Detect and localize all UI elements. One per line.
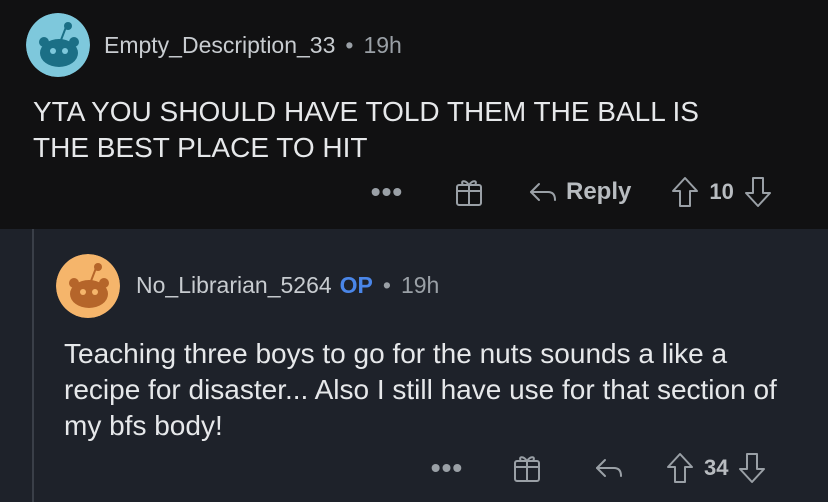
meta-separator: • — [345, 32, 354, 58]
comment-body: Teaching three boys to go for the nuts s… — [64, 338, 777, 441]
comment-meta: No_Librarian_5264 OP • 19h — [136, 272, 439, 299]
vote-group: 34 — [666, 452, 766, 484]
award-button[interactable] — [454, 176, 484, 208]
avatar[interactable] — [56, 254, 120, 318]
reply-button[interactable]: Reply — [528, 178, 631, 206]
gift-award-icon — [456, 180, 482, 206]
op-badge: OP — [339, 272, 373, 298]
timestamp: 19h — [363, 32, 402, 58]
reply-label: Reply — [566, 178, 632, 205]
comment-actions: ••• 34 — [431, 448, 766, 488]
more-options-button[interactable]: ••• — [431, 454, 462, 482]
gift-award-icon — [514, 456, 540, 482]
upvote-icon[interactable] — [671, 176, 699, 208]
upvote-icon[interactable] — [666, 452, 694, 484]
comment-actions: ••• Reply 10 — [371, 172, 772, 212]
comment-meta: Empty_Description_33 • 19h — [104, 32, 402, 59]
username[interactable]: No_Librarian_5264 — [136, 272, 332, 299]
reply-button[interactable] — [594, 456, 624, 480]
avatar[interactable] — [26, 13, 90, 77]
username[interactable]: Empty_Description_33 — [104, 32, 335, 59]
more-options-button[interactable]: ••• — [371, 178, 402, 206]
meta-separator: • — [382, 272, 391, 298]
downvote-icon[interactable] — [744, 176, 772, 208]
vote-count: 10 — [709, 179, 734, 204]
reply-icon — [530, 183, 556, 201]
top-comment: Empty_Description_33 • 19h YTA YOU SHOUL… — [0, 0, 828, 229]
comment-body: YTA YOU SHOULD HAVE TOLD THEM THE BALL I… — [33, 96, 699, 163]
reply-icon — [596, 459, 622, 477]
vote-count: 34 — [704, 455, 729, 480]
award-button[interactable] — [512, 452, 542, 484]
timestamp: 19h — [400, 272, 440, 298]
thread-line[interactable] — [32, 229, 34, 502]
vote-group: 10 — [671, 176, 771, 208]
downvote-icon[interactable] — [738, 452, 766, 484]
